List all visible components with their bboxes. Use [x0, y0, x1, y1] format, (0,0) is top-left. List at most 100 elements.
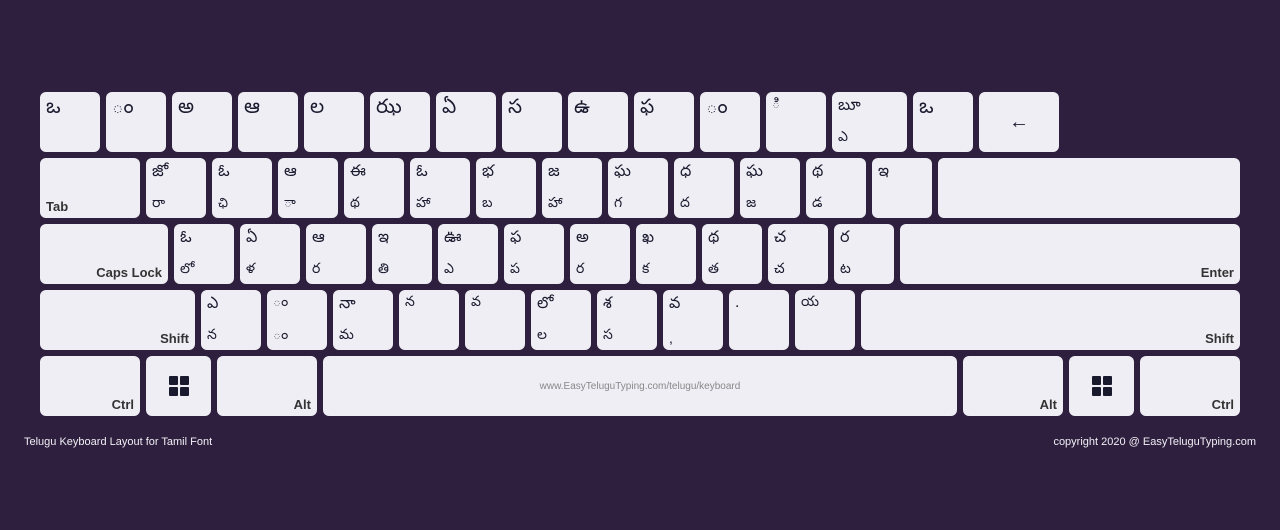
key-a[interactable]: ఓ లో [174, 224, 234, 284]
key-2-top: అ [178, 96, 194, 123]
key-v-bottom: న [405, 294, 415, 313]
key-c[interactable]: నా మ [333, 290, 393, 350]
key-comma-top: వ [669, 294, 680, 316]
key-enter[interactable]: Enter [900, 224, 1240, 284]
key-equal-bottom: ఎ [838, 129, 848, 148]
key-d[interactable]: ఆ ర [306, 224, 366, 284]
key-ctrl-right[interactable]: Ctrl [1140, 356, 1240, 416]
shift-left-label: Shift [160, 331, 189, 346]
key-quote-top: ర [840, 228, 850, 250]
key-m[interactable]: శ స [597, 290, 657, 350]
key-alt-left[interactable]: Alt [217, 356, 317, 416]
key-period[interactable]: . [729, 290, 789, 350]
key-6-top: ఏ [442, 96, 456, 123]
key-k-bottom: క [642, 261, 649, 280]
key-w-top: ఓ [218, 162, 230, 184]
key-6[interactable]: ఏ [436, 92, 496, 152]
key-space[interactable]: www.EasyTeluguTyping.com/telugu/keyboard [323, 356, 957, 416]
key-w-bottom: ఛి [218, 197, 228, 214]
key-o[interactable]: ధ ద [674, 158, 734, 218]
key-d-bottom: ర [312, 261, 320, 280]
key-bracket-l[interactable]: థ డ [806, 158, 866, 218]
key-comma[interactable]: వ , [663, 290, 723, 350]
key-l-top: థ [708, 228, 719, 250]
key-i[interactable]: ఘ గ [608, 158, 668, 218]
key-l-bottom: త [708, 261, 719, 280]
key-backslash[interactable] [938, 158, 1240, 218]
key-0[interactable]: ం [700, 92, 760, 152]
key-o-top: ధ [680, 162, 691, 184]
key-5[interactable]: ఝ [370, 92, 430, 152]
key-8[interactable]: ఉ [568, 92, 628, 152]
key-win-right[interactable] [1069, 356, 1134, 416]
key-z[interactable]: ఎ న [201, 290, 261, 350]
capslock-label: Caps Lock [96, 265, 162, 280]
key-q[interactable]: జో రా [146, 158, 206, 218]
key-3[interactable]: ఆ [238, 92, 298, 152]
key-9-top: ఫ [640, 96, 654, 123]
key-g[interactable]: ఊ ఎ [438, 224, 498, 284]
key-b[interactable]: వ [465, 290, 525, 350]
key-4[interactable]: ల [304, 92, 364, 152]
key-h-bottom: ప [510, 261, 520, 280]
key-1[interactable]: ం [106, 92, 166, 152]
key-l[interactable]: థ త [702, 224, 762, 284]
key-y[interactable]: భ బ [476, 158, 536, 218]
key-minus[interactable]: ి [766, 92, 826, 152]
key-tab[interactable]: Tab [40, 158, 140, 218]
key-semi-top: చ [774, 228, 786, 250]
key-f[interactable]: ఇ తి [372, 224, 432, 284]
key-semicolon[interactable]: చ చ [768, 224, 828, 284]
key-r-top: ఈ [350, 162, 366, 184]
key-3-top: ఆ [244, 96, 260, 123]
key-quote[interactable]: ర ట [834, 224, 894, 284]
key-bracket-r[interactable]: ఇ [872, 158, 932, 218]
key-x-top: ం [273, 294, 288, 313]
ctrl-right-label: Ctrl [1212, 397, 1234, 412]
key-k-top: ఖ [642, 228, 654, 250]
key-p[interactable]: ఘ జ [740, 158, 800, 218]
key-backspace[interactable]: ← [979, 92, 1059, 152]
key-g-top: ఊ [444, 228, 462, 250]
key-slash[interactable]: య [795, 290, 855, 350]
key-9[interactable]: ఫ [634, 92, 694, 152]
key-x[interactable]: ం ం [267, 290, 327, 350]
key-alt-right[interactable]: Alt [963, 356, 1063, 416]
key-equal-top: బూ [838, 96, 861, 118]
key-d-top: ఆ [312, 228, 325, 250]
key-j[interactable]: అ ర [570, 224, 630, 284]
key-ctrl-left[interactable]: Ctrl [40, 356, 140, 416]
key-shift-left[interactable]: Shift [40, 290, 195, 350]
key-2[interactable]: అ [172, 92, 232, 152]
key-shift-right[interactable]: Shift [861, 290, 1240, 350]
key-h-top: ఫ [510, 228, 521, 250]
keyboard-row-5: Ctrl Alt www.EasyTeluguTyping.com/telugu… [40, 356, 1240, 416]
key-backslash2[interactable]: ఒ [913, 92, 973, 152]
key-tilde[interactable]: ఒ [40, 92, 100, 152]
key-v[interactable]: న [399, 290, 459, 350]
key-k[interactable]: ఖ క [636, 224, 696, 284]
key-0-top: ం [706, 96, 728, 123]
key-u[interactable]: జ హా [542, 158, 602, 218]
key-r[interactable]: ఈ థ [344, 158, 404, 218]
keyboard-row-1: ఒ ం అ ఆ ల ఝ ఏ స ఉ ఫ ం [40, 92, 1240, 152]
keyboard-row-3: Caps Lock ఓ లో ఏ ళ ఆ ర ఇ తి ఊ ఎ ఫ ప అ ర [40, 224, 1240, 284]
key-j-bottom: ర [576, 261, 584, 280]
key-e[interactable]: ఆ ా [278, 158, 338, 218]
key-backslash2-top: ఒ [919, 96, 934, 123]
key-s[interactable]: ఏ ళ [240, 224, 300, 284]
key-win-left[interactable] [146, 356, 211, 416]
key-bracket-l-bottom: డ [812, 195, 822, 214]
key-f-bottom: తి [378, 261, 389, 280]
windows-icon-left [169, 376, 189, 396]
key-h[interactable]: ఫ ప [504, 224, 564, 284]
key-b-bottom: వ [471, 294, 481, 313]
key-n[interactable]: లో ల [531, 290, 591, 350]
key-7[interactable]: స [502, 92, 562, 152]
key-equal[interactable]: బూ ఎ [832, 92, 907, 152]
key-w[interactable]: ఓ ఛి [212, 158, 272, 218]
key-t[interactable]: ఓ హా [410, 158, 470, 218]
key-e-bottom: ా [284, 195, 296, 214]
key-7-top: స [508, 96, 522, 123]
key-capslock[interactable]: Caps Lock [40, 224, 168, 284]
